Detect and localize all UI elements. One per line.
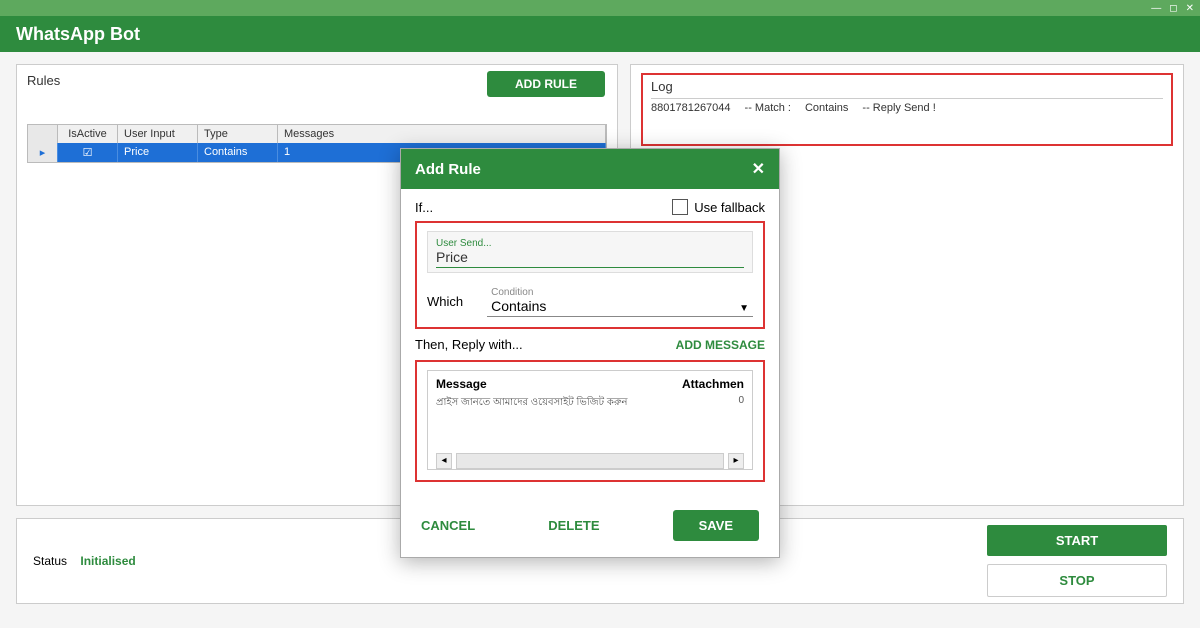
condition-value: Contains (491, 298, 546, 314)
rules-table-header: IsActive User Input Type Messages (28, 125, 606, 143)
col-type: Type (198, 125, 278, 143)
add-rule-modal: Add Rule ✕ If... Use fallback User Send.… (400, 148, 780, 558)
col-messages: Messages (278, 125, 606, 143)
col-user-input: User Input (118, 125, 198, 143)
user-send-input[interactable]: User Send... Price (427, 231, 753, 273)
minimize-icon[interactable]: — (1151, 3, 1161, 14)
add-rule-button[interactable]: ADD RULE (487, 71, 605, 97)
modal-close-icon[interactable]: ✕ (752, 159, 765, 179)
log-entry: 8801781267044 -- Match : Contains -- Rep… (651, 98, 1163, 114)
log-number: 8801781267044 (651, 102, 731, 114)
attachment-count: 0 (738, 395, 744, 412)
app-title: WhatsApp Bot (16, 24, 140, 45)
cell-is-active[interactable]: ☑ (58, 143, 118, 162)
messages-table: Message Attachmen প্রাইস জানতে আমাদের ওয… (427, 370, 753, 470)
if-label: If... (415, 200, 433, 215)
close-icon[interactable]: ✕ (1186, 3, 1194, 14)
horizontal-scrollbar[interactable]: ◂ ▸ (436, 453, 744, 469)
app-header: WhatsApp Bot (0, 16, 1200, 52)
condition-select[interactable]: Condition Contains ▼ (487, 285, 753, 317)
maximize-icon[interactable]: ◻ (1169, 3, 1177, 14)
status: Status Initialised (33, 554, 136, 568)
if-highlight-box: User Send... Price Which Condition Conta… (415, 221, 765, 329)
delete-button[interactable]: DELETE (548, 510, 599, 541)
modal-header: Add Rule ✕ (401, 149, 779, 189)
log-cond: Contains (805, 102, 848, 114)
log-result: -- Reply Send ! (862, 102, 935, 114)
message-text: প্রাইস জানতে আমাদের ওয়েবসাইট ভিজিট করুন (436, 395, 628, 412)
user-send-value[interactable]: Price (436, 249, 744, 268)
window-titlebar: — ◻ ✕ (0, 0, 1200, 16)
col-message: Message (436, 377, 487, 391)
scroll-left-icon[interactable]: ◂ (436, 453, 452, 469)
chevron-down-icon[interactable]: ▼ (739, 303, 749, 314)
condition-small-label: Condition (491, 287, 546, 298)
message-row[interactable]: প্রাইস জানতে আমাদের ওয়েবসাইট ভিজিট করুন… (436, 395, 744, 449)
col-attachment: Attachmen (682, 377, 744, 391)
log-match: -- Match : (745, 102, 791, 114)
cell-user-input: Price (118, 143, 198, 162)
scroll-track[interactable] (456, 453, 724, 469)
which-label: Which (427, 294, 463, 309)
save-button[interactable]: SAVE (673, 510, 759, 541)
stop-button[interactable]: STOP (987, 564, 1167, 597)
fallback-label: Use fallback (694, 200, 765, 215)
modal-title: Add Rule (415, 161, 481, 178)
col-is-active: IsActive (58, 125, 118, 143)
checkbox-icon[interactable] (672, 199, 688, 215)
then-label: Then, Reply with... (415, 337, 523, 352)
row-marker-icon: ▸ (28, 143, 58, 162)
user-send-label: User Send... (436, 238, 744, 249)
then-highlight-box: Message Attachmen প্রাইস জানতে আমাদের ওয… (415, 360, 765, 482)
start-button[interactable]: START (987, 525, 1167, 556)
cancel-button[interactable]: CANCEL (421, 510, 475, 541)
use-fallback-checkbox[interactable]: Use fallback (672, 199, 765, 215)
scroll-right-icon[interactable]: ▸ (728, 453, 744, 469)
add-message-button[interactable]: ADD MESSAGE (676, 338, 765, 352)
log-highlight-box: Log 8801781267044 -- Match : Contains --… (641, 73, 1173, 146)
status-label: Status (33, 554, 67, 568)
log-title: Log (651, 79, 1163, 94)
cell-type: Contains (198, 143, 278, 162)
status-value: Initialised (80, 554, 135, 568)
